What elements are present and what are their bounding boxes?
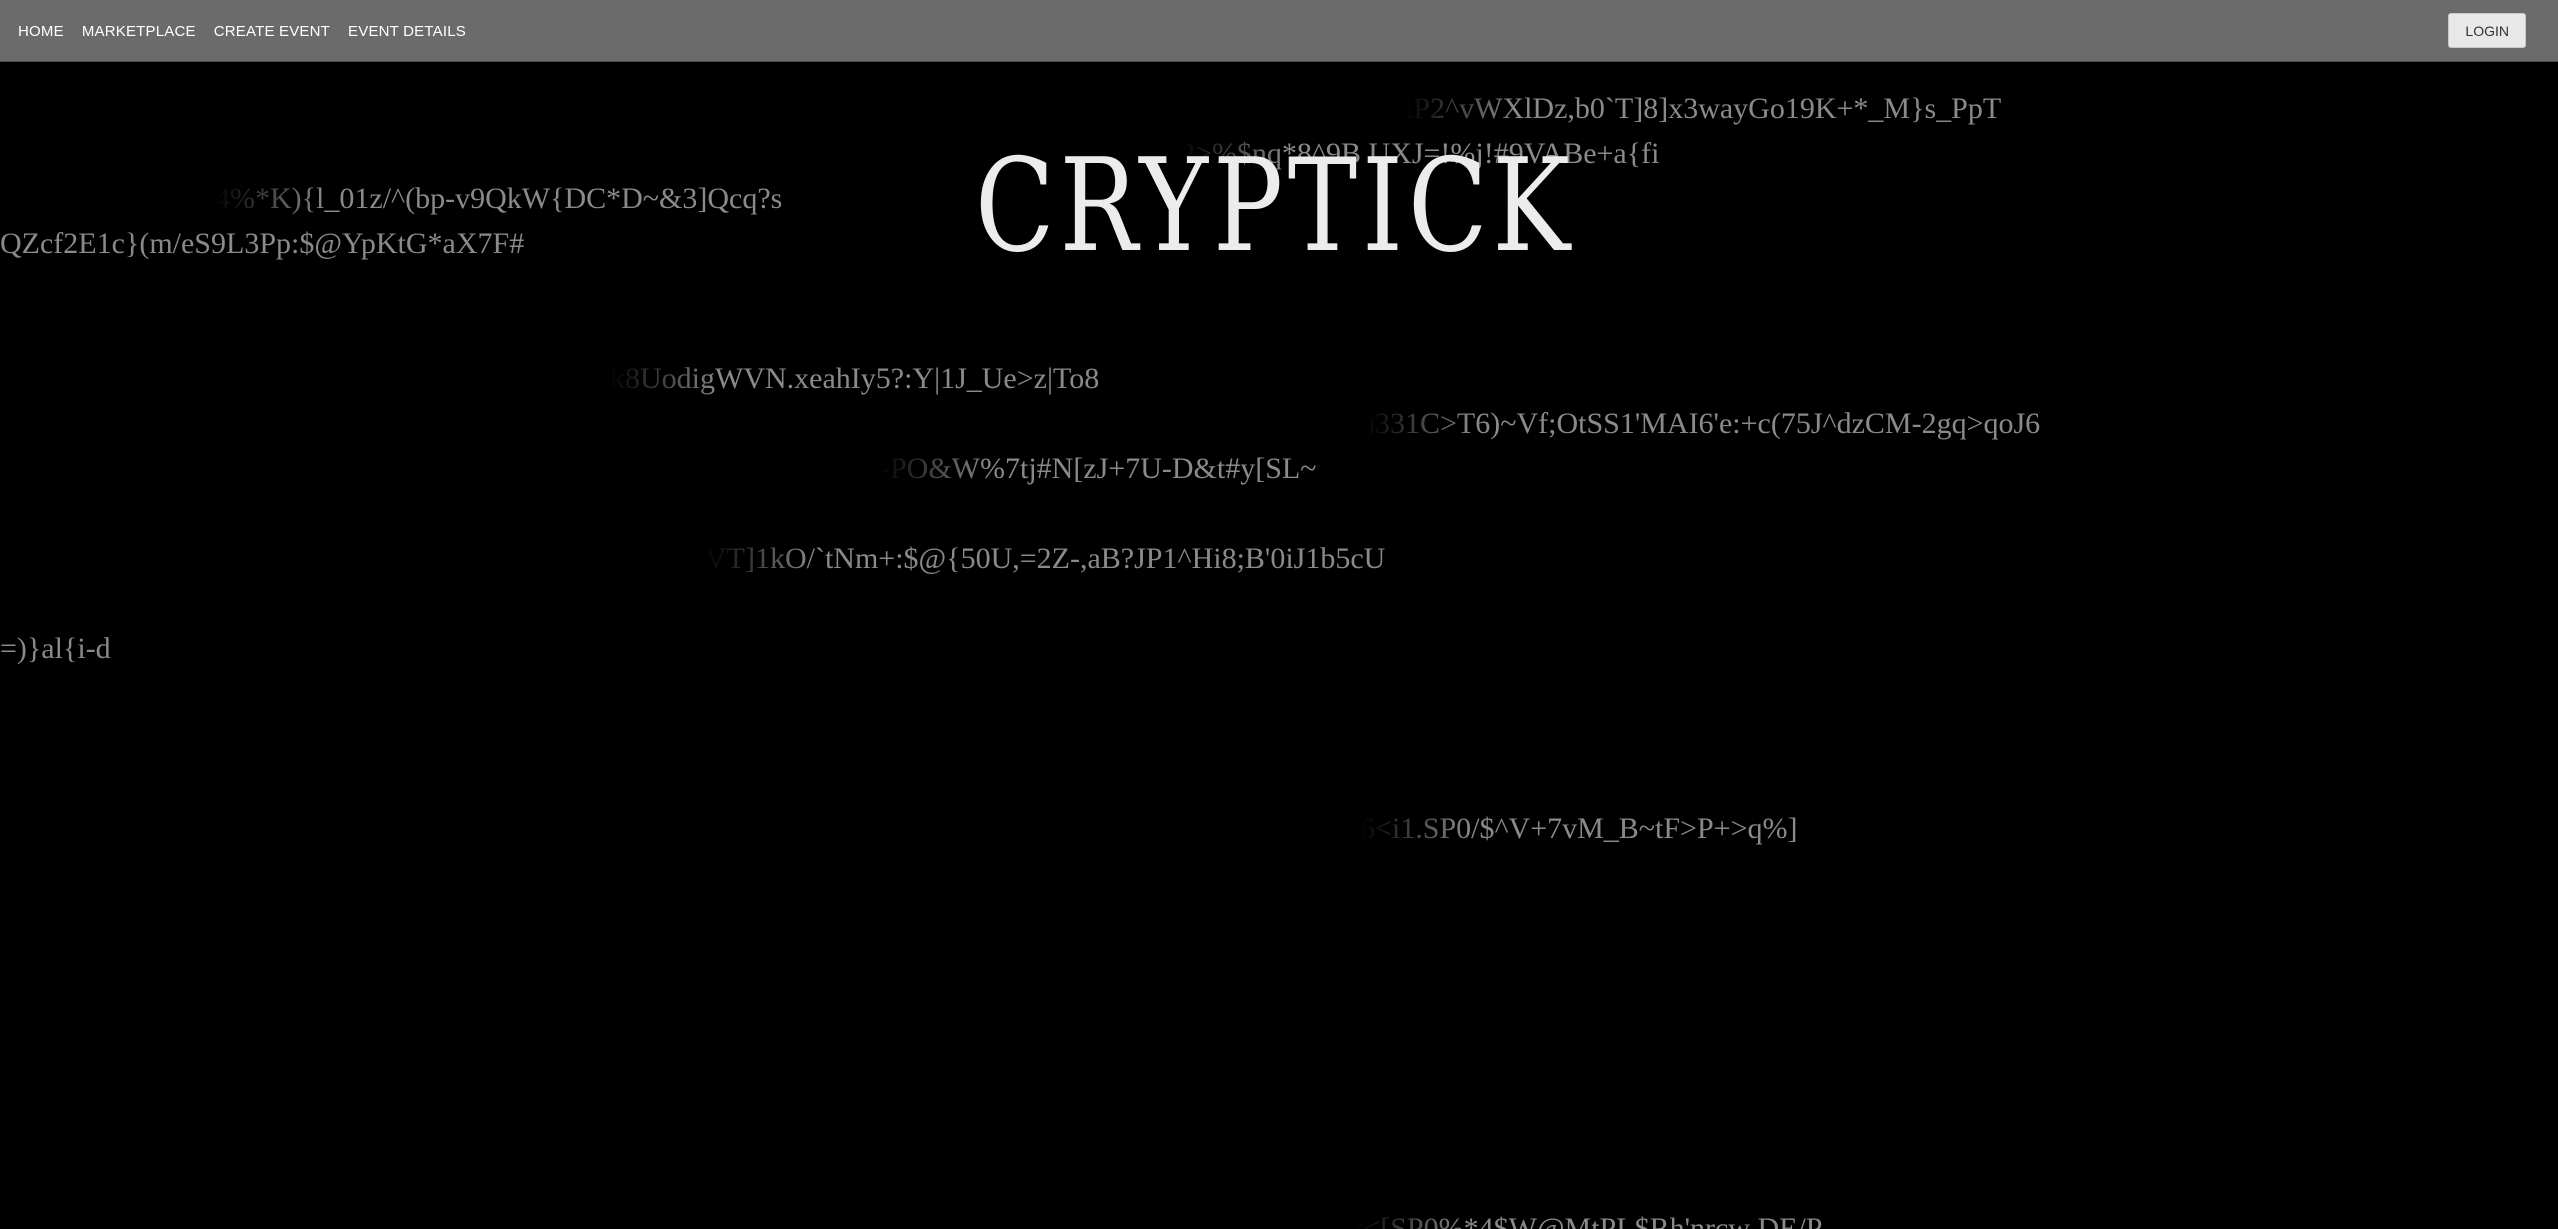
nav-link-event-details[interactable]: EVENT DETAILS [348, 23, 466, 40]
background-code-line: t<[SP0%*4$W@MtPL$Rh'nrcw DE/P [1355, 1212, 1823, 1229]
nav-link-home[interactable]: HOME [18, 23, 64, 40]
nav-link-marketplace[interactable]: MARKETPLACE [82, 23, 196, 40]
nav-link-create-event[interactable]: CREATE EVENT [214, 23, 330, 40]
top-navbar: HOME MARKETPLACE CREATE EVENT EVENT DETA… [0, 0, 2558, 62]
hero-background: tP2^vWXlDz,b0`T]8]x3wayGo19K+*_M}s_PpT 2… [0, 62, 2558, 1229]
background-code-line: QZcf2E1c}(m/eS9L3Pp:$@YpKtG*aX7F# [0, 227, 525, 260]
background-code-line: 6<i1.SP0/$^V+7vM_B~tF>P+>q%] [1360, 812, 1798, 845]
background-code-line: VT]1kO/`tNm+:$@{50U,=2Z-,aB?JP1^Hi8;B'0i… [705, 542, 1386, 575]
background-code-line: )331C>T6)~Vf;OtSS1'MAI6'e:+c(75J^dzCM-2g… [1365, 407, 2041, 440]
background-code-line: 4%*K){l_01z/^(bp-v9QkW{DC*D~&3]Qcq?s [215, 182, 783, 215]
cryptick-logo: CRYPTICK [975, 132, 1590, 281]
background-code-line: k8UodigWVN.xeahIy5?:Y|1J_Ue>z|To8 [610, 362, 1100, 395]
login-button[interactable]: LOGIN [2448, 13, 2526, 48]
nav-links: HOME MARKETPLACE CREATE EVENT EVENT DETA… [18, 0, 484, 62]
background-code-line: -PO&W%7tj#N[zJ+7U-D&t#y[SL~ [880, 452, 1317, 485]
logo-text: CRYPTICK [975, 132, 1575, 281]
background-code-line: tP2^vWXlDz,b0`T]8]x3wayGo19K+*_M}s_PpT [1405, 92, 2002, 125]
background-code-line: =)}al{i-d [0, 632, 111, 665]
